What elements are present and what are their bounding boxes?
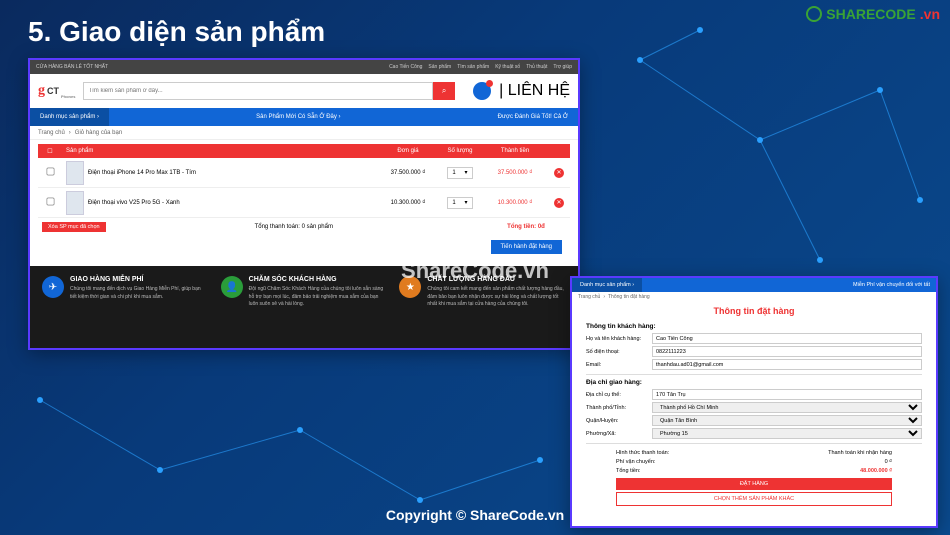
- remove-row-button[interactable]: ✕: [554, 198, 564, 208]
- address-input[interactable]: [652, 389, 922, 400]
- breadcrumb-item[interactable]: Trang chủ: [578, 294, 600, 300]
- search-input[interactable]: [83, 82, 433, 100]
- category-nav: Danh mục sản phẩm › Sản Phẩm Mới Có Sẵn …: [30, 108, 578, 126]
- product-thumb: [66, 191, 84, 215]
- breadcrumb-item: Giỏ hàng của bạn: [75, 130, 122, 136]
- col-qty: Số lượng: [438, 148, 482, 154]
- city-select[interactable]: Thành phố Hồ Chí Minh: [652, 402, 922, 413]
- field-city: Thành phố/Tỉnh: Thành phố Hồ Chí Minh: [586, 402, 922, 413]
- qty-stepper[interactable]: 1▾: [447, 167, 473, 179]
- field-address: Địa chỉ cụ thể:: [586, 389, 922, 400]
- table-header: ☐ Sản phẩm Đơn giá Số lượng Thành tiền: [38, 144, 570, 158]
- select-all-checkbox[interactable]: ☐: [38, 148, 62, 155]
- subtotal: 10.300.000 ₫: [482, 200, 548, 206]
- breadcrumb-item[interactable]: Trang chủ: [38, 130, 65, 136]
- sharecode-logo-watermark: SHARECODE.vn: [806, 6, 940, 22]
- table-row: Điện thoại iPhone 14 Pro Max 1TB - Tím 3…: [38, 158, 570, 188]
- chevron-down-icon[interactable]: ▾: [460, 169, 472, 176]
- search-button[interactable]: ⌕: [433, 82, 455, 100]
- screenshot-cart-page: CỬA HÀNG BÁN LẺ TỐT NHẤT Cao Tiến Công S…: [28, 58, 580, 350]
- features-strip: ✈ GIAO HÀNG MIỄN PHÍChúng tôi mang đến d…: [30, 266, 578, 348]
- cart-footer: Xóa SP mục đã chọn Tổng thanh toán: 0 sả…: [38, 218, 570, 236]
- user-icon: 👤: [221, 276, 243, 298]
- search-icon: ⌕: [442, 86, 446, 96]
- place-order-button[interactable]: ĐẶT HÀNG: [616, 478, 892, 490]
- row-checkbox[interactable]: [46, 198, 54, 206]
- page-title: Thông tin đặt hàng: [572, 302, 936, 320]
- topbar-item[interactable]: Cao Tiến Công: [389, 64, 422, 70]
- nav-promo-text-right: Được Đánh Giá Tốt! Cả Ở: [488, 114, 578, 120]
- category-dropdown[interactable]: Danh mục sản phẩm ›: [572, 278, 642, 292]
- proceed-order-button[interactable]: Tiến hành đặt hàng: [491, 240, 563, 254]
- col-subtotal: Thành tiền: [482, 148, 548, 154]
- main-header: gCT Phones ⌕ | LIÊN HỆ: [30, 74, 578, 108]
- screenshot-checkout-page: Danh mục sản phẩm › Miễn Phí vận chuyển …: [570, 276, 938, 528]
- product-name[interactable]: Điện thoại iPhone 14 Pro Max 1TB - Tím: [88, 170, 196, 176]
- recycle-icon: [806, 6, 822, 22]
- order-summary: Hình thức thanh toán:Thanh toán khi nhận…: [616, 448, 892, 475]
- field-ward: Phường/Xã: Phường 15: [586, 428, 922, 439]
- remove-row-button[interactable]: ✕: [554, 168, 564, 178]
- topbar-item[interactable]: Thủ thuật: [526, 64, 547, 70]
- section-shipping-address: Địa chỉ giao hàng:: [586, 379, 922, 386]
- category-nav: Danh mục sản phẩm › Miễn Phí vận chuyển …: [572, 278, 936, 292]
- breadcrumb: Trang chủ › Giỏ hàng của bạn: [30, 126, 578, 140]
- tagline: CỬA HÀNG BÁN LẺ TỐT NHẤT: [36, 64, 108, 70]
- nav-promo-text: Sản Phẩm Mới Có Sẵn Ở Đây ›: [109, 114, 488, 120]
- qty-stepper[interactable]: 1▾: [447, 197, 473, 209]
- phone-input[interactable]: [652, 346, 922, 357]
- email-input[interactable]: [652, 359, 922, 370]
- feature-support: 👤 CHĂM SÓC KHÁCH HÀNGĐội ngũ Chăm Sóc Kh…: [221, 276, 388, 338]
- field-email: Email:: [586, 359, 922, 370]
- topbar-item[interactable]: Trợ giúp: [553, 64, 572, 70]
- breadcrumb-item: Thông tin đặt hàng: [608, 294, 650, 300]
- topbar-item[interactable]: Tìm sản phẩm: [457, 64, 489, 70]
- row-checkbox[interactable]: [46, 168, 54, 176]
- ward-select[interactable]: Phường 15: [652, 428, 922, 439]
- breadcrumb: Trang chủ › Thông tin đặt hàng: [572, 292, 936, 302]
- field-fullname: Họ và tên khách hàng:: [586, 333, 922, 344]
- grand-total: 48.000.000 ₫: [860, 468, 892, 474]
- fullname-input[interactable]: [652, 333, 922, 344]
- unit-price: 10.300.000 ₫: [378, 200, 438, 206]
- feature-quality: ★ CHẤT LƯỢNG HÀNG ĐẦUChúng tôi cam kết m…: [399, 276, 566, 338]
- slide-title: 5. Giao diện sản phẩm: [28, 16, 325, 48]
- cart-table: ☐ Sản phẩm Đơn giá Số lượng Thành tiền Đ…: [30, 140, 578, 236]
- topbar-item[interactable]: Kỹ thuật số: [495, 64, 520, 70]
- site-logo[interactable]: gCT Phones: [38, 83, 75, 99]
- topbar-item[interactable]: Sản phẩm: [428, 64, 451, 70]
- district-select[interactable]: Quận Tân Bình: [652, 415, 922, 426]
- cart-icon[interactable]: [473, 82, 491, 100]
- table-row: Điện thoại vivo V25 Pro 5G - Xanh 10.300…: [38, 188, 570, 218]
- star-icon: ★: [399, 276, 421, 298]
- nav-promo-text: Miễn Phí vận chuyển đối với tất: [847, 282, 936, 288]
- total-items-label: Tổng thanh toán: 0 sản phẩm: [106, 224, 482, 230]
- col-product: Sản phẩm: [62, 148, 378, 154]
- feature-free-shipping: ✈ GIAO HÀNG MIỄN PHÍChúng tôi mang đến d…: [42, 276, 209, 338]
- product-thumb: [66, 161, 84, 185]
- continue-shopping-button[interactable]: CHỌN THÊM SẢN PHẨM KHÁC: [616, 492, 892, 506]
- unit-price: 37.500.000 ₫: [378, 170, 438, 176]
- plane-icon: ✈: [42, 276, 64, 298]
- search-bar: ⌕: [83, 82, 455, 100]
- delete-selected-button[interactable]: Xóa SP mục đã chọn: [42, 222, 106, 232]
- grand-total: Tổng tiền: 0đ: [482, 224, 570, 230]
- category-dropdown[interactable]: Danh mục sản phẩm ›: [30, 108, 109, 126]
- product-name[interactable]: Điện thoại vivo V25 Pro 5G - Xanh: [88, 200, 180, 206]
- section-customer-info: Thông tin khách hàng:: [586, 323, 922, 330]
- subtotal: 37.500.000 ₫: [482, 170, 548, 176]
- col-price: Đơn giá: [378, 148, 438, 154]
- field-phone: Số điện thoại:: [586, 346, 922, 357]
- field-district: Quận/Huyện: Quận Tân Bình: [586, 415, 922, 426]
- chevron-down-icon[interactable]: ▾: [460, 199, 472, 206]
- contact-link[interactable]: | LIÊN HỆ: [499, 82, 570, 100]
- top-utility-bar: CỬA HÀNG BÁN LẺ TỐT NHẤT Cao Tiến Công S…: [30, 60, 578, 74]
